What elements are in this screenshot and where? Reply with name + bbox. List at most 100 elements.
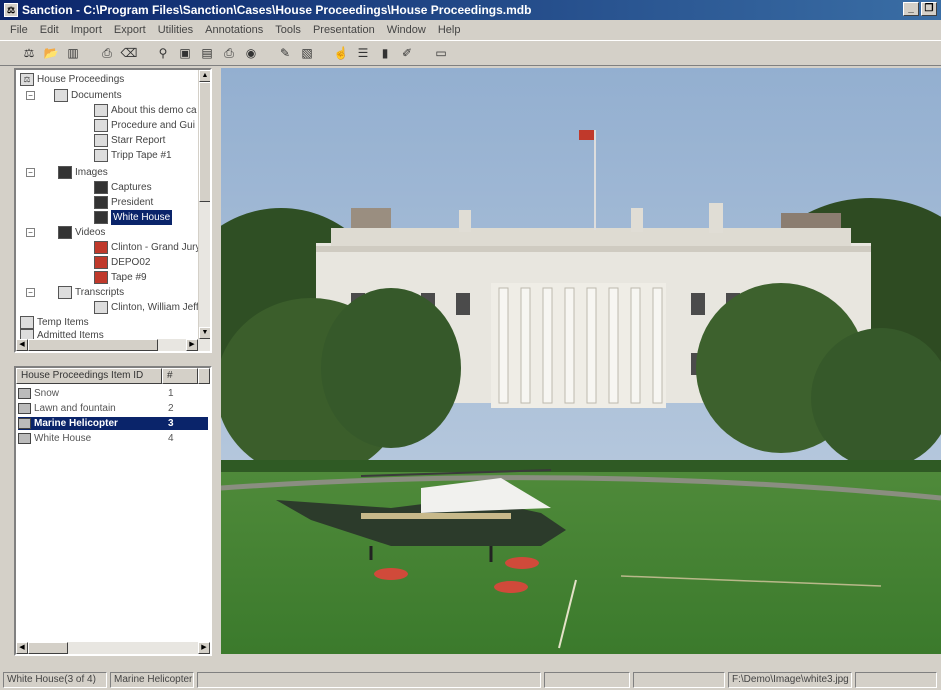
- list-item[interactable]: Lawn and fountain 2: [18, 402, 208, 415]
- white-house-photo: [221, 68, 941, 654]
- menu-presentation[interactable]: Presentation: [307, 24, 381, 36]
- open-folder-icon[interactable]: 📂: [42, 44, 60, 62]
- window-controls: _ ❐: [903, 2, 937, 16]
- collapse-transcripts-icon[interactable]: −: [26, 288, 35, 297]
- status-file-path: F:\Demo\Image\white3.jpg: [728, 672, 852, 688]
- menu-help[interactable]: Help: [432, 24, 467, 36]
- status-position: White House(3 of 4): [3, 672, 107, 688]
- menu-tools[interactable]: Tools: [269, 24, 307, 36]
- scroll-up-icon[interactable]: ▲: [199, 70, 210, 82]
- tree-node-images[interactable]: Images: [58, 165, 108, 180]
- camera-icon: [58, 166, 72, 179]
- eraser-icon[interactable]: ⌫: [120, 44, 138, 62]
- highlight-icon[interactable]: ▧: [298, 44, 316, 62]
- camera-icon[interactable]: ◉: [242, 44, 260, 62]
- item-list[interactable]: House Proceedings Item ID # Snow 1 Lawn …: [14, 366, 212, 656]
- image-icon: [18, 432, 31, 444]
- case-icon: ⚖: [20, 73, 34, 86]
- video-camera-icon: [58, 226, 72, 239]
- image-icon: [18, 402, 31, 414]
- status-panel-blank: [544, 672, 630, 688]
- app-icon[interactable]: ⚖: [4, 3, 18, 17]
- column-header-number[interactable]: #: [162, 368, 198, 384]
- image-icon: [18, 417, 31, 429]
- panel-icon[interactable]: ▥: [64, 44, 82, 62]
- menu-export[interactable]: Export: [108, 24, 152, 36]
- list-item-selected[interactable]: Marine Helicopter 3: [18, 417, 208, 430]
- status-panel-blank: [855, 672, 937, 688]
- collapse-videos-icon[interactable]: −: [26, 228, 35, 237]
- scroll-thumb[interactable]: [28, 642, 68, 654]
- list-item[interactable]: White House 4: [18, 432, 208, 445]
- print-icon[interactable]: ⎙: [98, 44, 116, 62]
- tree-item-image[interactable]: President: [94, 195, 153, 210]
- collapse-images-icon[interactable]: −: [26, 168, 35, 177]
- status-bar: White House(3 of 4) Marine Helicopter F:…: [0, 668, 941, 690]
- printer-icon[interactable]: ⎙: [220, 44, 238, 62]
- tree-item-document[interactable]: Procedure and Gui: [94, 118, 195, 133]
- toolbar: ⚖ 📂 ▥ ⎙ ⌫ ⚲ ▣ ▤ ⎙ ◉ ✎ ▧ ☝ ☰ ▮ ✐ ▭: [0, 40, 941, 66]
- tree-item-image[interactable]: Captures: [94, 180, 152, 195]
- chart-icon[interactable]: ▮: [376, 44, 394, 62]
- tree-item-video[interactable]: Tape #9: [94, 270, 147, 285]
- binoculars-icon[interactable]: ⚲: [154, 44, 172, 62]
- case-tree[interactable]: ⚖ House Proceedings − Documents About th…: [14, 68, 212, 353]
- column-header-extra[interactable]: [198, 368, 210, 384]
- tree-item-image-selected[interactable]: White House: [94, 210, 173, 225]
- annotate-icon[interactable]: ✐: [398, 44, 416, 62]
- tree-item-document[interactable]: Tripp Tape #1: [94, 148, 172, 163]
- image-icon: [18, 387, 31, 399]
- tree-horizontal-scrollbar[interactable]: ◀ ▶: [16, 339, 210, 351]
- scroll-down-icon[interactable]: ▼: [199, 327, 210, 339]
- scroll-left-icon[interactable]: ◀: [16, 642, 28, 654]
- window-title: Sanction - C:\Program Files\Sanction\Cas…: [22, 3, 532, 17]
- exhibit-icon[interactable]: ▤: [198, 44, 216, 62]
- tree-root[interactable]: ⚖ House Proceedings: [20, 72, 124, 87]
- present-icon[interactable]: ▭: [432, 44, 450, 62]
- note-icon[interactable]: ✎: [276, 44, 294, 62]
- restore-icon[interactable]: ❐: [921, 2, 937, 16]
- document-icon: [94, 134, 108, 147]
- list-icon[interactable]: ☰: [354, 44, 372, 62]
- tree-node-documents[interactable]: Documents: [54, 88, 122, 103]
- camera-icon: [94, 181, 108, 194]
- scroll-left-icon[interactable]: ◀: [16, 339, 28, 351]
- scroll-right-icon[interactable]: ▶: [186, 339, 198, 351]
- tree-item-document[interactable]: About this demo ca: [94, 103, 197, 118]
- list-horizontal-scrollbar[interactable]: ◀ ▶: [16, 642, 210, 654]
- document-icon: [94, 104, 108, 117]
- video-icon[interactable]: ▣: [176, 44, 194, 62]
- column-header-item-id[interactable]: House Proceedings Item ID: [16, 368, 162, 384]
- pointer-icon[interactable]: ☝: [332, 44, 350, 62]
- minimize-icon[interactable]: _: [903, 2, 919, 16]
- tree-vertical-scrollbar[interactable]: ▲ ▼: [198, 70, 210, 339]
- menu-annotations[interactable]: Annotations: [199, 24, 269, 36]
- scroll-thumb[interactable]: [28, 339, 158, 351]
- transcript-icon: [94, 301, 108, 314]
- tree-node-videos[interactable]: Videos: [58, 225, 105, 240]
- camera-icon: [94, 196, 108, 209]
- image-viewer[interactable]: [221, 68, 941, 654]
- scroll-thumb[interactable]: [199, 82, 210, 202]
- title-bar: ⚖ Sanction - C:\Program Files\Sanction\C…: [0, 0, 941, 20]
- tree-item-transcript[interactable]: Clinton, William Jeff: [94, 300, 199, 315]
- collapse-documents-icon[interactable]: −: [26, 91, 35, 100]
- video-icon: [94, 271, 108, 284]
- case-icon[interactable]: ⚖: [20, 44, 38, 62]
- menu-utilities[interactable]: Utilities: [152, 24, 199, 36]
- documents-folder-icon: [54, 89, 68, 102]
- menu-edit[interactable]: Edit: [34, 24, 65, 36]
- tree-item-document[interactable]: Starr Report: [94, 133, 165, 148]
- camera-icon: [94, 211, 108, 224]
- menu-bar: File Edit Import Export Utilities Annota…: [0, 20, 941, 40]
- menu-import[interactable]: Import: [65, 24, 108, 36]
- status-panel-blank: [197, 672, 541, 688]
- tree-item-video[interactable]: DEPO02: [94, 255, 150, 270]
- menu-window[interactable]: Window: [381, 24, 432, 36]
- tree-item-video[interactable]: Clinton - Grand Jury: [94, 240, 200, 255]
- menu-file[interactable]: File: [4, 24, 34, 36]
- scroll-right-icon[interactable]: ▶: [198, 642, 210, 654]
- tree-node-transcripts[interactable]: Transcripts: [58, 285, 124, 300]
- video-icon: [94, 241, 108, 254]
- list-item[interactable]: Snow 1: [18, 387, 208, 400]
